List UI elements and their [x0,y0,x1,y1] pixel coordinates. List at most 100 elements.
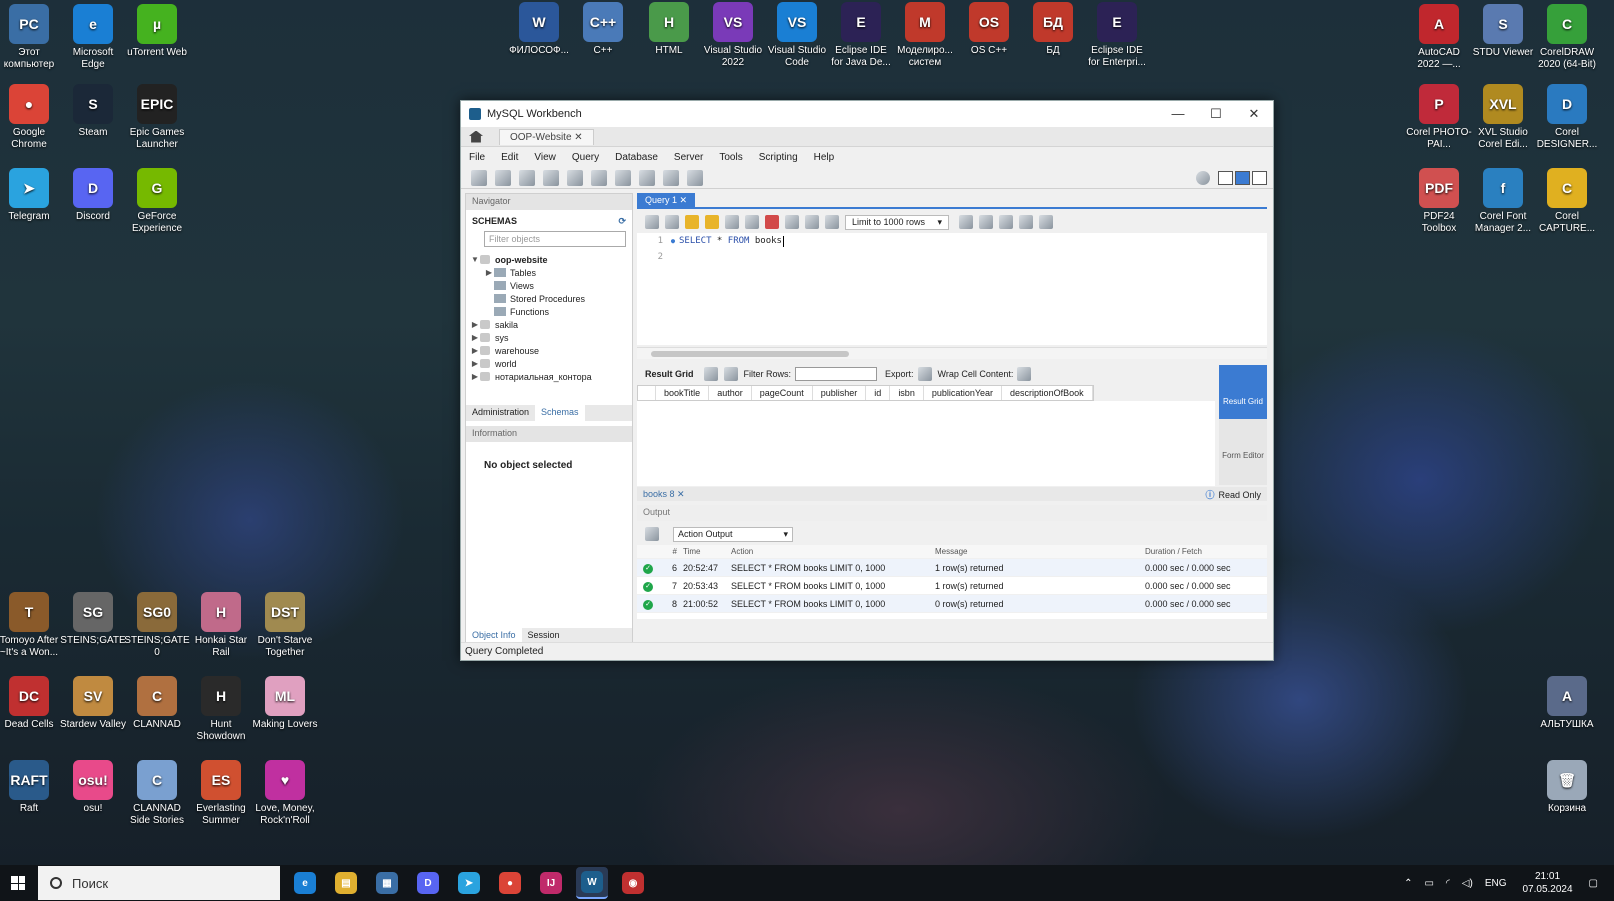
expanded-arrow-icon[interactable]: ▼ [470,255,480,264]
form-editor-button[interactable]: Form Editor [1219,419,1267,473]
create-view-icon[interactable] [591,169,607,186]
toggle-output-icon[interactable] [1235,170,1250,185]
desktop-icon[interactable]: e Microsoft Edge [60,4,126,71]
execute-current-icon[interactable] [705,215,719,229]
desktop-icon[interactable]: VS Visual Studio 2022 [700,2,766,69]
open-sql-script-icon[interactable] [495,169,511,186]
chevron-up-icon[interactable]: ⌃ [1404,878,1412,889]
column-header[interactable]: id [866,386,891,400]
maximize-button[interactable]: ☐ [1197,106,1235,122]
desktop-icon[interactable]: D Corel DESIGNER... [1534,84,1600,151]
refresh-icon[interactable]: ⟳ [618,216,626,227]
desktop-icon[interactable]: SV Stardew Valley [60,676,126,731]
tab-schemas[interactable]: Schemas [535,405,585,421]
language-indicator[interactable]: ENG [1485,878,1507,889]
toggle-secondary-sidebar-icon[interactable] [1252,170,1267,185]
desktop-icon[interactable]: ML Making Lovers [252,676,318,731]
connection-tab[interactable]: OOP-Website ✕ [499,128,594,145]
output-row[interactable]: ✓ 7 20:53:43 SELECT * FROM books LIMIT 0, 1… [637,577,1267,595]
menu-item-tools[interactable]: Tools [719,152,742,163]
new-sql-tab-icon[interactable] [471,169,487,186]
autocommit-icon[interactable] [825,215,839,229]
search-table-data-icon[interactable] [663,169,679,186]
desktop-icon[interactable]: C Corel CAPTURE... [1534,168,1600,235]
output-type-select[interactable]: Action Output ▾ [673,526,793,542]
rollback-icon[interactable] [805,215,819,229]
wifi-icon[interactable]: ◜ [1446,878,1450,889]
desktop-icon[interactable]: H Honkai Star Rail [188,592,254,659]
desktop-icon[interactable]: 🗑 Корзина [1534,760,1600,815]
desktop-icon[interactable]: f Corel Font Manager 2... [1470,168,1536,235]
toggle-error-icon[interactable] [765,215,779,229]
desktop-icon[interactable]: ● Google Chrome [0,84,62,151]
desktop-icon[interactable]: H Hunt Showdown [188,676,254,743]
desktop-icon[interactable]: E Eclipse IDE for Enterpri... [1084,2,1150,69]
schema-item[interactable]: ▶ нотариальная_контора [466,370,632,383]
desktop-icon[interactable]: M Моделиро... систем [892,2,958,69]
close-query-tab-icon[interactable]: ✕ [680,195,688,205]
output-row[interactable]: ✓ 8 21:00:52 SELECT * FROM books LIMIT 0, 1… [637,595,1267,613]
beautify-icon[interactable] [979,215,993,229]
menu-item-edit[interactable]: Edit [501,152,518,163]
wrap-cell-icon[interactable] [1017,367,1032,381]
taskbar-discord-icon[interactable]: D [412,867,444,899]
desktop-icon[interactable]: C CorelDRAW 2020 (64-Bit) [1534,4,1600,71]
collapsed-arrow-icon[interactable]: ▶ [470,333,480,342]
taskbar-intellij-icon[interactable]: IJ [535,867,567,899]
desktop-icon[interactable]: SG0 STEINS;GATE 0 [124,592,190,659]
column-header[interactable]: publisher [813,386,867,400]
close-tab-icon[interactable]: ✕ [574,132,582,143]
desktop-icon[interactable]: P Corel PHOTO-PAI... [1406,84,1472,151]
column-header[interactable]: descriptionOfBook [1002,386,1093,400]
menu-item-help[interactable]: Help [814,152,835,163]
schema-item[interactable]: ▼ oop-website [466,253,632,266]
column-header[interactable]: publicationYear [924,386,1003,400]
column-header[interactable]: author [709,386,752,400]
desktop-icon[interactable]: C CLANNAD Side Stories [124,760,190,827]
output-row[interactable]: ✓ 6 20:52:47 SELECT * FROM books LIMIT 0, 1… [637,559,1267,577]
desktop-icon[interactable]: XVL XVL Studio Corel Edi... [1470,84,1536,151]
desktop-icon[interactable]: E Eclipse IDE for Java De... [828,2,894,69]
desktop-icon[interactable]: G GeForce Experience [124,168,190,235]
taskbar-edge-icon[interactable]: e [289,867,321,899]
taskbar-store-icon[interactable]: ▦ [371,867,403,899]
refresh-icon[interactable] [723,367,738,381]
desktop-icon[interactable]: PC Этот компьютер [0,4,62,71]
collapsed-arrow-icon[interactable]: ▶ [470,320,480,329]
schema-item[interactable]: ▶ sys [466,331,632,344]
notifications-icon[interactable]: ▢ [1589,878,1598,889]
collapsed-arrow-icon[interactable]: ▶ [470,359,480,368]
schema-item[interactable]: ▶ warehouse [466,344,632,357]
column-header[interactable]: isbn [890,386,924,400]
desktop-icon[interactable]: ♥ Love, Money, Rock'n'Roll [252,760,318,827]
copy-icon[interactable] [645,527,659,541]
menu-item-server[interactable]: Server [674,152,703,163]
menu-item-view[interactable]: View [534,152,556,163]
settings-gear-icon[interactable] [1196,170,1210,185]
minimize-button[interactable]: — [1159,106,1197,122]
desktop-icon[interactable]: C CLANNAD [124,676,190,731]
desktop-icon[interactable]: ES Everlasting Summer [188,760,254,827]
schema-item[interactable]: ▶ world [466,357,632,370]
result-tab-books[interactable]: books 8 ✕ [637,489,685,500]
menu-item-scripting[interactable]: Scripting [759,152,798,163]
taskbar-chrome-icon[interactable]: ● [494,867,526,899]
scrollbar-thumb[interactable] [651,351,849,357]
commit-icon[interactable] [785,215,799,229]
result-grid-button[interactable]: Result Grid [1219,365,1267,419]
taskbar-search[interactable]: Поиск [38,866,280,900]
title-bar[interactable]: MySQL Workbench — ☐ ✕ [461,101,1273,127]
schema-child-item[interactable]: Views [466,279,632,292]
filter-rows-input[interactable] [795,367,878,381]
schema-item[interactable]: ▶ sakila [466,318,632,331]
desktop-icon[interactable]: SG STEINS;GATE [60,592,126,647]
create-schema-icon[interactable] [543,169,559,186]
schema-child-item[interactable]: ▶ Tables [466,266,632,279]
wrap-icon[interactable] [1039,215,1053,229]
column-header[interactable]: pageCount [752,386,813,400]
tab-administration[interactable]: Administration [466,405,535,421]
desktop-icon[interactable]: S STDU Viewer [1470,4,1536,59]
schema-child-item[interactable]: Functions [466,305,632,318]
invisible-chars-icon[interactable] [1019,215,1033,229]
execute-icon[interactable] [685,215,699,229]
